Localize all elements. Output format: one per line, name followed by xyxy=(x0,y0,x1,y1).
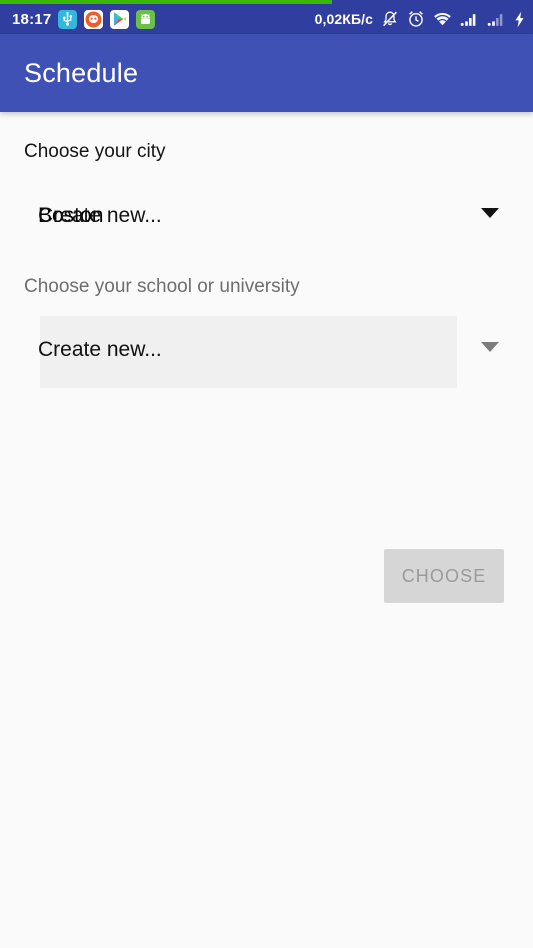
status-bar: 18:17 0,02КБ/c xyxy=(0,0,533,34)
city-spinner[interactable]: Boston Create new... xyxy=(24,194,509,238)
app-bar: Schedule xyxy=(0,34,533,112)
school-field-label: Choose your school or university xyxy=(24,276,300,297)
chevron-down-icon[interactable] xyxy=(481,208,499,218)
battery-charging-icon xyxy=(514,11,525,28)
signal-sim1-icon xyxy=(460,11,479,27)
choose-button[interactable]: CHOOSE xyxy=(384,549,504,603)
network-speed-indicator: 0,02КБ/c xyxy=(314,11,373,27)
screen-recording-indicator xyxy=(0,0,332,4)
school-spinner[interactable]: Create new... Create new... xyxy=(24,316,509,388)
usb-icon xyxy=(58,9,78,29)
status-bar-clock: 18:17 xyxy=(12,10,52,28)
google-play-icon xyxy=(110,9,130,29)
city-field-label: Choose your city xyxy=(24,141,166,162)
main-content: Choose your city Boston Create new... Ch… xyxy=(0,112,533,948)
signal-sim2-icon xyxy=(487,11,506,27)
chevron-down-icon[interactable] xyxy=(481,342,499,352)
orange-app-icon xyxy=(84,9,104,29)
alarm-clock-icon xyxy=(407,10,425,28)
status-bar-right-group: 0,02КБ/c xyxy=(315,10,525,28)
wifi-icon xyxy=(433,11,452,27)
status-bar-left-group: 18:17 xyxy=(12,9,156,29)
school-spinner-value: Create new... xyxy=(38,338,162,361)
page-title: Schedule xyxy=(24,57,139,88)
city-spinner-value: Create new... xyxy=(38,204,162,227)
android-app-icon xyxy=(136,9,156,29)
notifications-muted-icon xyxy=(381,10,399,28)
